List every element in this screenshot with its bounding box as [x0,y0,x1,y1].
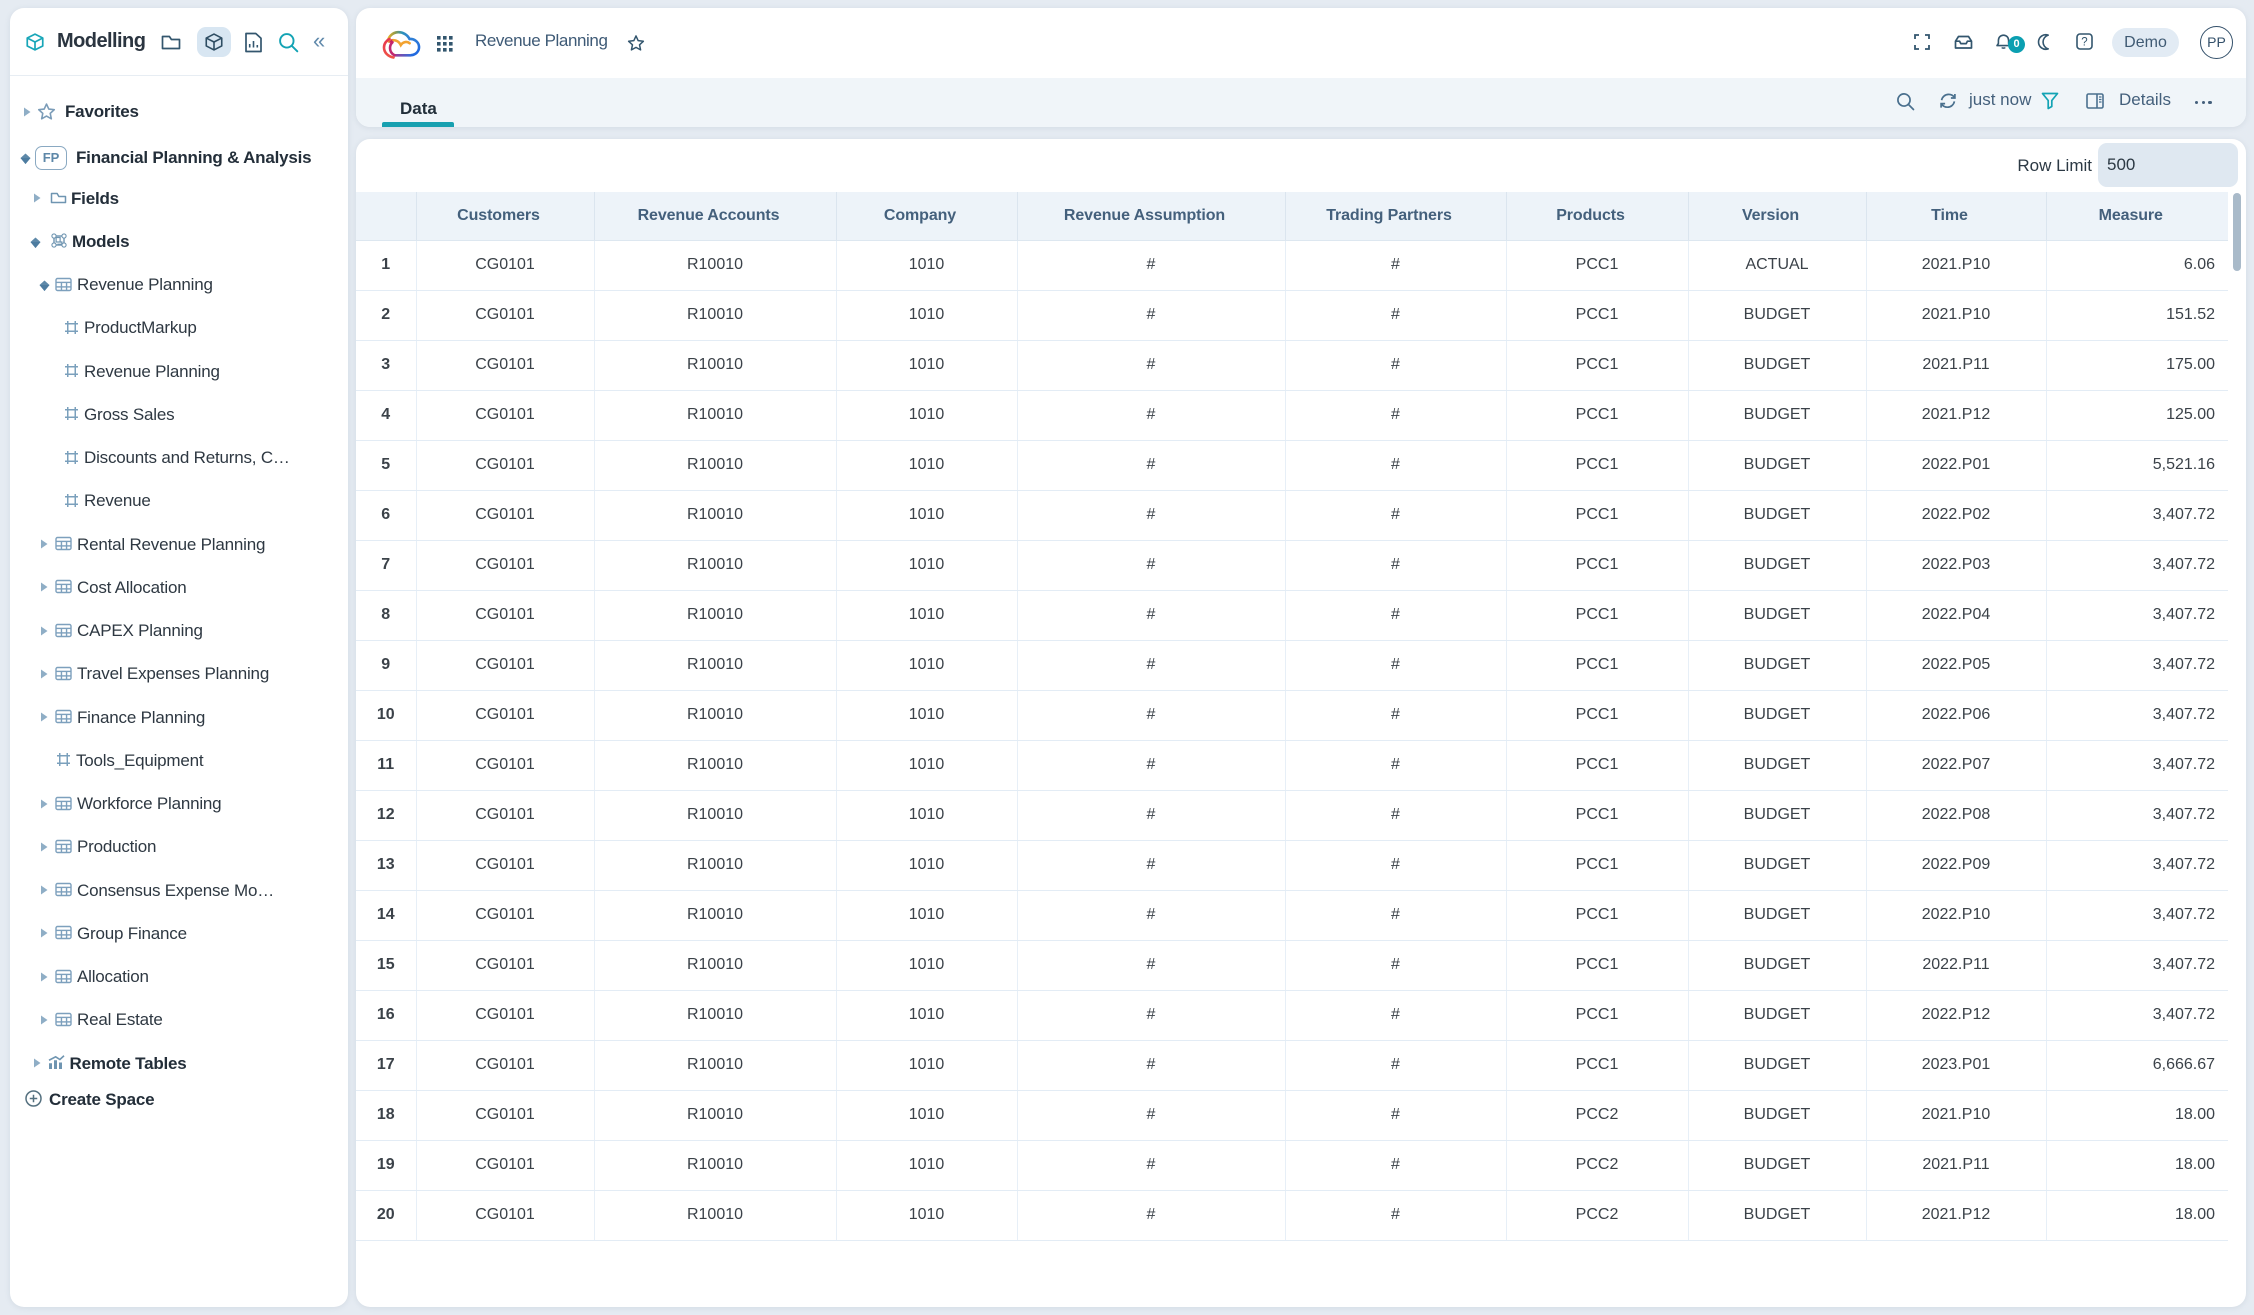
svg-text:?: ? [2081,36,2087,48]
